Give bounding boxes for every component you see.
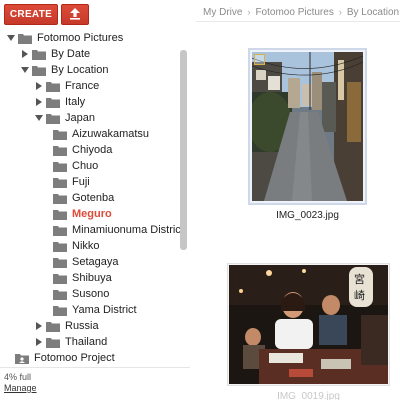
folder-icon [46, 321, 60, 332]
photo-restaurant: 宮 崎 [229, 265, 388, 384]
folder-icon [53, 289, 67, 300]
breadcrumb-item-my-drive[interactable]: My Drive [203, 7, 242, 18]
folder-tree: Fotomoo Pictures By Date By Location Fra… [0, 28, 190, 368]
tree-item-label: France [65, 80, 100, 92]
folder-icon [53, 305, 67, 316]
folder-icon [46, 337, 60, 348]
folder-icon [53, 225, 67, 236]
create-button[interactable]: CREATE [4, 4, 58, 25]
tree-item-fotomoo-project[interactable]: Fotomoo Project [15, 350, 115, 366]
file-name[interactable]: IMG_0023.jpg [248, 210, 367, 221]
tree-item-susono[interactable]: Susono [53, 286, 109, 302]
tree-item-label: By Location [51, 64, 109, 76]
tree-item-label: Meguro [72, 208, 112, 220]
folder-icon [53, 209, 67, 220]
folder-icon [46, 81, 60, 92]
tree-item-label: Chuo [72, 160, 99, 172]
folder-icon [53, 273, 67, 284]
tree-item-label: Minamiuonuma District [72, 224, 184, 236]
tree-item-label: Aizuwakamatsu [72, 128, 150, 140]
tree-item-fuji[interactable]: Fuji [53, 174, 90, 190]
folder-icon [32, 65, 46, 76]
divider [0, 367, 190, 368]
manage-storage-link[interactable]: Manage [4, 383, 37, 393]
folder-icon [46, 113, 60, 124]
tree-item-label: Chiyoda [72, 144, 113, 156]
tree-item-gotenba[interactable]: Gotenba [53, 190, 114, 206]
file-name[interactable]: IMG_0019.jpg [227, 391, 390, 400]
tree-item-italy[interactable]: Italy [34, 94, 85, 110]
tree-item-label: Susono [72, 288, 110, 300]
folder-icon [32, 49, 46, 60]
expand-right-icon[interactable] [20, 50, 29, 59]
select-checkbox[interactable] [254, 54, 265, 65]
tree-item-label: Russia [65, 320, 99, 332]
file-thumbnail[interactable]: 宮 崎 [227, 263, 390, 386]
svg-text:崎: 崎 [354, 288, 365, 302]
folder-icon [53, 161, 67, 172]
expand-down-icon[interactable] [6, 34, 15, 43]
folder-icon [53, 145, 67, 156]
divider [196, 21, 400, 22]
storage-usage: 4% full [4, 372, 32, 382]
tree-item-nikko[interactable]: Nikko [53, 238, 100, 254]
tree-item-label: Nikko [72, 240, 100, 252]
chevron-right-icon: › [338, 7, 342, 17]
tree-item-label: Fotomoo Project [34, 352, 115, 364]
expand-right-icon[interactable] [34, 82, 43, 91]
folder-icon [53, 257, 67, 268]
tree-item-label: Shibuya [72, 272, 112, 284]
tree-item-label: Italy [65, 96, 86, 108]
tree-item-russia[interactable]: Russia [34, 318, 99, 334]
file-thumbnail[interactable] [248, 48, 367, 205]
tree-item-label: By Date [51, 48, 91, 60]
expand-right-icon[interactable] [34, 98, 43, 107]
tree-item-fotomoo-pictures[interactable]: Fotomoo Pictures [6, 30, 123, 46]
tree-item-label: Yama District [72, 304, 137, 316]
tree-item-shibuya[interactable]: Shibuya [53, 270, 112, 286]
folder-icon [53, 129, 67, 140]
folder-icon [46, 97, 60, 108]
expand-right-icon[interactable] [34, 338, 43, 347]
breadcrumb: My Drive › Fotomoo Pictures › By Locatio… [203, 4, 399, 20]
tree-item-japan[interactable]: Japan [34, 110, 95, 126]
tree-item-label: Setagaya [72, 256, 119, 268]
shared-folder-icon [15, 353, 29, 364]
tree-item-yama-district[interactable]: Yama District [53, 302, 137, 318]
tree-item-aizuwakamatsu[interactable]: Aizuwakamatsu [53, 126, 149, 142]
upload-icon [69, 7, 81, 23]
tree-item-label: Gotenba [72, 192, 115, 204]
tree-item-label: Japan [65, 112, 95, 124]
tree-item-by-location[interactable]: By Location [20, 62, 108, 78]
tree-item-thailand[interactable]: Thailand [34, 334, 107, 350]
folder-icon [53, 177, 67, 188]
tree-item-chuo[interactable]: Chuo [53, 158, 98, 174]
tree-item-by-date[interactable]: By Date [20, 46, 90, 62]
create-button-label: CREATE [9, 9, 53, 20]
folder-icon [18, 33, 32, 44]
breadcrumb-item-by-location[interactable]: By Location [347, 7, 399, 18]
folder-icon [53, 241, 67, 252]
tree-item-setagaya[interactable]: Setagaya [53, 254, 118, 270]
expand-down-icon[interactable] [20, 66, 29, 75]
tree-item-france[interactable]: France [34, 78, 99, 94]
tree-item-label: Thailand [65, 336, 108, 348]
breadcrumb-item-fotomoo-pictures[interactable]: Fotomoo Pictures [255, 7, 333, 18]
svg-text:宮: 宮 [354, 272, 365, 286]
tree-scrollbar[interactable] [180, 50, 187, 250]
expand-right-icon[interactable] [34, 322, 43, 331]
folder-icon [53, 193, 67, 204]
tree-item-label: Fuji [72, 176, 90, 188]
upload-button[interactable] [61, 4, 89, 25]
tree-item-chiyoda[interactable]: Chiyoda [53, 142, 112, 158]
expand-down-icon[interactable] [34, 114, 43, 123]
tree-item-label: Fotomoo Pictures [37, 32, 124, 44]
photo-alley [252, 52, 363, 201]
tree-item-minamiuonuma-district[interactable]: Minamiuonuma District [53, 222, 184, 238]
chevron-right-icon: › [247, 7, 251, 17]
tree-item-meguro[interactable]: Meguro [53, 206, 112, 222]
